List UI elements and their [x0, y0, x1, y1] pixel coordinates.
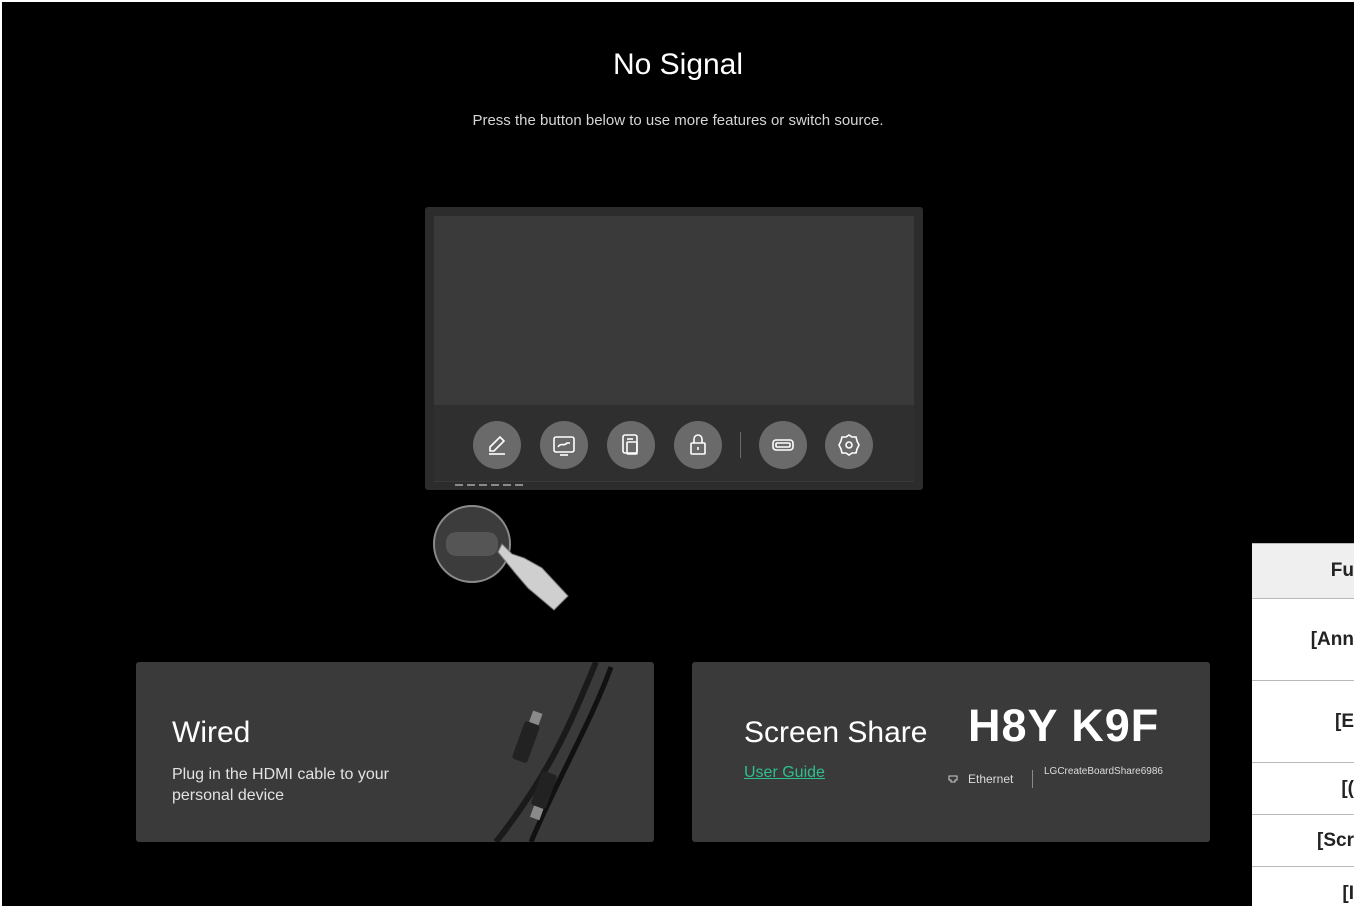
table-row: [(: [1252, 763, 1354, 815]
monitor-indicator-dots: [455, 484, 523, 487]
pencil-icon: [473, 421, 521, 469]
screen-share-title: Screen Share: [744, 716, 928, 749]
wired-title: Wired: [172, 716, 251, 749]
wired-description: Plug in the HDMI cable to your personal …: [172, 766, 389, 804]
user-guide-link[interactable]: User Guide: [744, 764, 825, 782]
network-name: LGCreateBoardShare6986: [1044, 766, 1163, 777]
table-row: [Scr: [1252, 815, 1354, 867]
ethernet-icon: [948, 775, 958, 783]
network-separator: [1032, 770, 1033, 788]
wired-card[interactable]: Wired Plug in the HDMI cable to your per…: [136, 662, 654, 842]
no-signal-screen: No Signal Press the button below to use …: [2, 2, 1354, 906]
screen-share-card[interactable]: Screen Share H8Y K9F User Guide Ethernet…: [692, 662, 1210, 842]
file-icon: [607, 421, 655, 469]
toolbar-divider: [740, 432, 741, 458]
hdmi-icon: [759, 421, 807, 469]
hand-press-illustration: [433, 505, 569, 611]
feature-table-fragment: Fu [Ann [E [( [Scr [I: [1252, 543, 1354, 907]
gear-icon: [825, 421, 873, 469]
table-row: [I: [1252, 867, 1354, 907]
table-row: [Ann: [1252, 599, 1354, 681]
table-row: [E: [1252, 681, 1354, 763]
lock-icon: [674, 421, 722, 469]
page-title: No Signal: [612, 48, 744, 81]
network-type: Ethernet: [968, 772, 1014, 786]
hdmi-cable-icon: [493, 662, 614, 842]
page-subtitle: Press the button below to use more featu…: [472, 112, 884, 129]
screen-share-code: H8Y K9F: [968, 700, 1160, 751]
monitor-illustration: [425, 207, 923, 490]
table-header: Fu: [1252, 544, 1354, 599]
screen-share-icon: [540, 421, 588, 469]
